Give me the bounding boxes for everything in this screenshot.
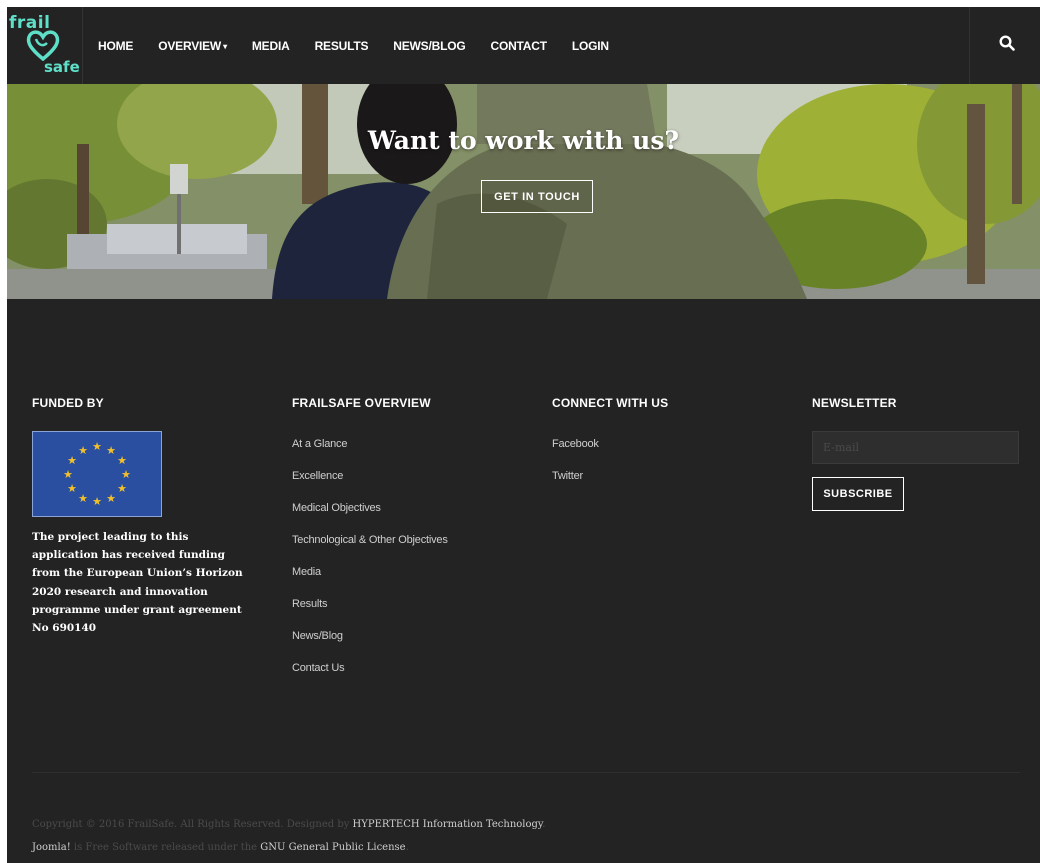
license-text: is Free Software released under the bbox=[70, 842, 261, 853]
copyright-period: . bbox=[542, 819, 546, 830]
hero-title: Want to work with us? bbox=[367, 126, 680, 155]
svg-text:★: ★ bbox=[106, 444, 116, 457]
eu-flag-image: ★ ★ ★ ★ ★ ★ ★ ★ ★ ★ ★ ★ bbox=[32, 431, 162, 517]
license-period: . bbox=[405, 842, 409, 853]
list-item: Medical Objectives bbox=[292, 500, 448, 532]
list-item: Excellence bbox=[292, 468, 448, 500]
svg-text:★: ★ bbox=[117, 482, 127, 495]
heart-logo-icon bbox=[26, 30, 60, 61]
svg-text:★: ★ bbox=[117, 454, 127, 467]
social-links-list: Facebook Twitter bbox=[552, 436, 599, 500]
get-in-touch-button[interactable]: GET IN TOUCH bbox=[481, 180, 593, 213]
link-excellence[interactable]: Excellence bbox=[292, 470, 343, 482]
top-navbar: frail safe HOME OVERVIEW ▾ MEDIA RESULTS … bbox=[7, 7, 1040, 85]
link-at-a-glance[interactable]: At a Glance bbox=[292, 438, 347, 450]
svg-text:★: ★ bbox=[121, 468, 131, 481]
list-item: Technological & Other Objectives bbox=[292, 532, 448, 564]
svg-text:★: ★ bbox=[78, 444, 88, 457]
funded-by-heading: FUNDED BY bbox=[32, 396, 104, 410]
copyright-text: Copyright © 2016 FrailSafe. All Rights R… bbox=[32, 819, 353, 830]
site-logo[interactable]: frail safe bbox=[7, 7, 83, 84]
hypertech-link[interactable]: HYPERTECH Information Technology bbox=[353, 819, 543, 830]
newsletter-heading: NEWSLETTER bbox=[812, 396, 897, 410]
list-item: Facebook bbox=[552, 436, 599, 468]
link-news-blog[interactable]: News/Blog bbox=[292, 630, 343, 642]
link-results[interactable]: Results bbox=[292, 598, 327, 610]
list-item: Media bbox=[292, 564, 448, 596]
nav-media[interactable]: MEDIA bbox=[252, 39, 290, 53]
nav-results[interactable]: RESULTS bbox=[315, 39, 369, 53]
svg-text:★: ★ bbox=[106, 492, 116, 505]
nav-overview[interactable]: OVERVIEW ▾ bbox=[158, 39, 227, 53]
page: frail safe HOME OVERVIEW ▾ MEDIA RESULTS … bbox=[7, 7, 1040, 863]
nav-login[interactable]: LOGIN bbox=[572, 39, 609, 53]
link-facebook[interactable]: Facebook bbox=[552, 438, 599, 450]
link-media[interactable]: Media bbox=[292, 566, 321, 578]
svg-text:★: ★ bbox=[67, 454, 77, 467]
list-item: Contact Us bbox=[292, 660, 448, 692]
eu-stars-icon: ★ ★ ★ ★ ★ ★ ★ ★ ★ ★ ★ ★ bbox=[63, 440, 131, 508]
gnu-license-link[interactable]: GNU General Public License bbox=[260, 842, 405, 853]
svg-text:★: ★ bbox=[67, 482, 77, 495]
search-icon bbox=[999, 35, 1015, 51]
svg-text:★: ★ bbox=[78, 492, 88, 505]
nav-news-blog[interactable]: NEWS/BLOG bbox=[393, 39, 465, 53]
link-twitter[interactable]: Twitter bbox=[552, 470, 583, 482]
chevron-down-icon: ▾ bbox=[223, 41, 227, 51]
list-item: At a Glance bbox=[292, 436, 448, 468]
funding-statement: The project leading to this application … bbox=[32, 531, 243, 635]
hero-banner: Want to work with us? GET IN TOUCH bbox=[7, 84, 1040, 299]
joomla-link[interactable]: Joomla! bbox=[32, 842, 71, 853]
list-item: News/Blog bbox=[292, 628, 448, 660]
svg-text:★: ★ bbox=[63, 468, 73, 481]
link-technological-objectives[interactable]: Technological & Other Objectives bbox=[292, 534, 448, 546]
search-button[interactable] bbox=[969, 7, 1040, 84]
main-menu: HOME OVERVIEW ▾ MEDIA RESULTS NEWS/BLOG C… bbox=[98, 7, 634, 84]
nav-contact[interactable]: CONTACT bbox=[490, 39, 547, 53]
list-item: Results bbox=[292, 596, 448, 628]
logo-text-safe: safe bbox=[44, 58, 80, 76]
nav-overview-label: OVERVIEW bbox=[158, 38, 222, 53]
list-item: Twitter bbox=[552, 468, 599, 500]
nav-home[interactable]: HOME bbox=[98, 39, 133, 53]
newsletter-email-input[interactable] bbox=[812, 431, 1019, 464]
footer-divider bbox=[32, 772, 1020, 773]
link-contact-us[interactable]: Contact Us bbox=[292, 662, 345, 674]
connect-with-us-heading: CONNECT WITH US bbox=[552, 396, 669, 410]
subscribe-button[interactable]: SUBSCRIBE bbox=[812, 477, 904, 511]
svg-text:★: ★ bbox=[92, 440, 102, 453]
link-medical-objectives[interactable]: Medical Objectives bbox=[292, 502, 381, 514]
copyright-line: Copyright © 2016 FrailSafe. All Rights R… bbox=[32, 819, 545, 830]
svg-text:★: ★ bbox=[92, 495, 102, 508]
license-line: Joomla! is Free Software released under … bbox=[32, 842, 409, 853]
overview-links-list: At a Glance Excellence Medical Objective… bbox=[292, 436, 448, 692]
frailsafe-overview-heading: FRAILSAFE OVERVIEW bbox=[292, 396, 431, 410]
